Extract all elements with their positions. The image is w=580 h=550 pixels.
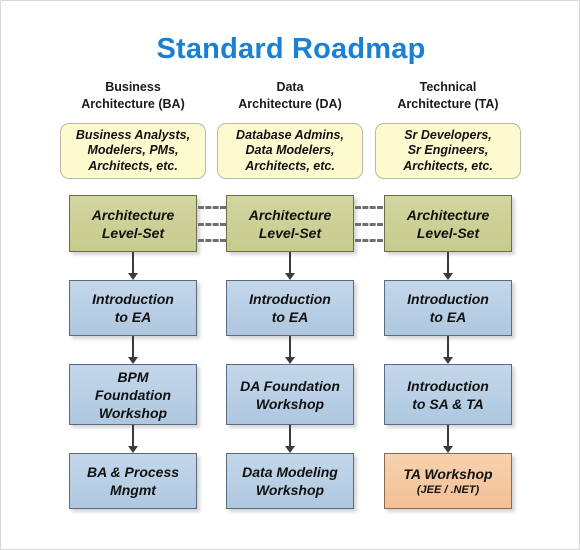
column-header-da-line1: Data xyxy=(276,80,304,94)
role-da-line2: Data Modelers, xyxy=(245,143,335,158)
role-ta-line2: Sr Engineers, xyxy=(407,143,489,158)
node-da-level-set-line2: Level-Set xyxy=(258,224,322,241)
arrow-ba-3-line xyxy=(132,425,134,448)
node-ta-introduction-to-sa-ta[interactable]: Introduction to SA & TA xyxy=(384,364,512,425)
node-ta-sa-ta-line1: Introduction xyxy=(407,377,489,394)
role-ta-line1: Sr Developers, xyxy=(404,127,492,142)
cross-link-ba-to-da xyxy=(198,206,226,242)
column-header-ta: Technical Architecture (TA) xyxy=(363,79,533,113)
node-ta-intro-ea-line2: to EA xyxy=(429,309,467,325)
cross-link-dash-1 xyxy=(198,206,226,209)
role-box-ba: Business Analysts, Modelers, PMs, Archit… xyxy=(60,123,206,179)
role-ba-line1: Business Analysts, xyxy=(75,127,191,142)
node-ta-workshop-sub: (JEE / .NET) xyxy=(416,484,480,496)
node-ta-intro-ea-line1: Introduction xyxy=(407,291,489,307)
cross-link-dash-3 xyxy=(355,239,383,242)
node-ba-architecture-level-set[interactable]: Architecture Level-Set xyxy=(69,195,197,252)
cross-link-dash-3 xyxy=(198,239,226,242)
role-box-da: Database Admins, Data Modelers, Architec… xyxy=(217,123,363,179)
arrow-ba-2-head xyxy=(128,357,138,364)
node-ta-level-set-line2: Level-Set xyxy=(416,224,480,241)
role-ba-line2: Modelers, PMs, xyxy=(87,143,179,158)
node-ba-bpm-line3: Workshop xyxy=(98,404,168,421)
arrow-ta-1-line xyxy=(447,252,449,275)
arrow-ba-1-head xyxy=(128,273,138,280)
node-da-foundation-line1: DA Foundation xyxy=(240,377,340,394)
roadmap-diagram: Standard Roadmap Business Architecture (… xyxy=(0,0,580,550)
column-header-da: Data Architecture (DA) xyxy=(205,79,375,113)
arrow-ta-3-line xyxy=(447,425,449,448)
node-da-architecture-level-set[interactable]: Architecture Level-Set xyxy=(226,195,354,252)
role-ba-line3: Architects, etc. xyxy=(88,158,178,173)
node-ba-bpm-foundation-workshop[interactable]: BPM Foundation Workshop xyxy=(69,364,197,425)
role-da-line1: Database Admins, xyxy=(236,127,344,142)
arrow-ta-3-head xyxy=(443,446,453,453)
column-header-ba-line2: Architecture (BA) xyxy=(81,97,185,111)
arrow-da-2-head xyxy=(285,357,295,364)
column-header-ba: Business Architecture (BA) xyxy=(48,79,218,113)
node-ba-process-line1: BA & Process xyxy=(86,464,180,480)
cross-link-dash-2 xyxy=(355,222,383,226)
arrow-ba-1-line xyxy=(132,252,134,275)
node-ba-intro-ea-line1: Introduction xyxy=(92,291,174,307)
arrow-da-2-line xyxy=(289,336,291,359)
node-da-modeling-line1: Data Modeling xyxy=(242,464,338,480)
node-ta-level-set-line1: Architecture xyxy=(406,206,490,223)
cross-link-dash-2 xyxy=(198,222,226,226)
role-ta-line3: Architects, etc. xyxy=(403,158,493,173)
column-header-ba-line1: Business xyxy=(105,80,161,94)
node-ba-process-line2: Mngmt xyxy=(110,482,156,498)
cross-link-da-to-ta xyxy=(355,206,383,242)
arrow-ba-3-head xyxy=(128,446,138,453)
role-box-ta: Sr Developers, Sr Engineers, Architects,… xyxy=(375,123,521,179)
cross-link-dash-1 xyxy=(355,206,383,209)
arrow-ba-2-line xyxy=(132,336,134,359)
node-ba-introduction-to-ea[interactable]: Introduction to EA xyxy=(69,280,197,336)
node-ba-level-set-line1: Architecture xyxy=(91,206,175,223)
arrow-da-3-line xyxy=(289,425,291,448)
arrow-ta-2-head xyxy=(443,357,453,364)
column-header-ta-line2: Architecture (TA) xyxy=(397,97,499,111)
arrow-ta-1-head xyxy=(443,273,453,280)
node-ba-level-set-line2: Level-Set xyxy=(101,224,165,241)
column-header-da-line2: Architecture (DA) xyxy=(238,97,342,111)
arrow-da-1-head xyxy=(285,273,295,280)
node-ta-workshop[interactable]: TA Workshop (JEE / .NET) xyxy=(384,453,512,509)
node-ta-workshop-line1: TA Workshop xyxy=(403,466,493,482)
node-da-data-modeling-workshop[interactable]: Data Modeling Workshop xyxy=(226,453,354,509)
node-ta-architecture-level-set[interactable]: Architecture Level-Set xyxy=(384,195,512,252)
node-ta-sa-ta-line2: to SA & TA xyxy=(412,395,484,412)
node-ta-introduction-to-ea[interactable]: Introduction to EA xyxy=(384,280,512,336)
page-title: Standard Roadmap xyxy=(156,33,426,65)
arrow-ta-2-line xyxy=(447,336,449,359)
node-da-foundation-line2: Workshop xyxy=(255,395,325,412)
node-da-introduction-to-ea[interactable]: Introduction to EA xyxy=(226,280,354,336)
column-header-ta-line1: Technical xyxy=(419,80,477,94)
node-da-modeling-line2: Workshop xyxy=(255,482,325,498)
arrow-da-3-head xyxy=(285,446,295,453)
role-da-line3: Architects, etc. xyxy=(245,158,335,173)
node-da-foundation-workshop[interactable]: DA Foundation Workshop xyxy=(226,364,354,425)
node-ba-bpm-line2: Foundation xyxy=(94,386,172,403)
node-ba-ba-process-mngmt[interactable]: BA & Process Mngmt xyxy=(69,453,197,509)
node-da-level-set-line1: Architecture xyxy=(248,206,332,223)
node-da-intro-ea-line2: to EA xyxy=(271,309,309,325)
node-da-intro-ea-line1: Introduction xyxy=(249,291,331,307)
node-ba-intro-ea-line2: to EA xyxy=(114,309,152,325)
node-ba-bpm-line1: BPM xyxy=(117,368,149,385)
arrow-da-1-line xyxy=(289,252,291,275)
